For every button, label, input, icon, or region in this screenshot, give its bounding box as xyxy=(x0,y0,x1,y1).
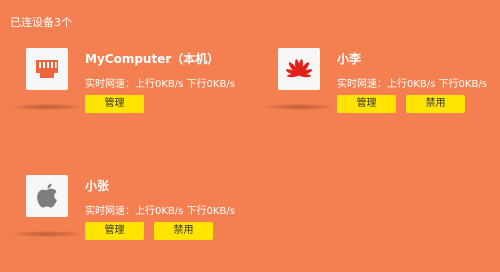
device-card-xiaozhang: 小张 实时网速：上行0KB/s 下行0KB/s 管理 禁用 xyxy=(12,175,256,255)
icon-shadow xyxy=(12,104,82,110)
speed-prefix: 实时网速： xyxy=(85,206,135,217)
speed-prefix: 实时网速： xyxy=(85,79,135,90)
speed-prefix: 实时网速： xyxy=(337,79,387,90)
upload-speed: 上行0KB/s xyxy=(135,79,184,90)
device-speed: 实时网速：上行0KB/s 下行0KB/s xyxy=(85,75,235,90)
upload-speed: 上行0KB/s xyxy=(135,206,184,217)
upload-speed: 上行0KB/s xyxy=(387,79,436,90)
device-icon-box xyxy=(278,48,320,90)
icon-shadow xyxy=(12,231,82,237)
download-speed: 下行0KB/s xyxy=(186,206,235,217)
download-speed: 下行0KB/s xyxy=(186,79,235,90)
device-icon-box xyxy=(26,175,68,217)
block-button[interactable]: 禁用 xyxy=(154,222,213,240)
block-button[interactable]: 禁用 xyxy=(406,95,465,113)
icon-shadow xyxy=(264,104,334,110)
device-card-xiaoli: 小李 实时网速：上行0KB/s 下行0KB/s 管理 禁用 xyxy=(264,48,500,128)
device-card-mycomputer: MyComputer（本机） 实时网速：上行0KB/s 下行0KB/s 管理 xyxy=(12,48,256,128)
device-name: 小李 xyxy=(337,52,362,66)
ethernet-port-icon xyxy=(36,60,58,78)
device-name: MyComputer（本机） xyxy=(85,52,220,66)
device-speed: 实时网速：上行0KB/s 下行0KB/s xyxy=(85,202,235,217)
huawei-logo-icon xyxy=(285,59,313,78)
connected-devices-count: 已连设备3个 xyxy=(10,16,72,29)
download-speed: 下行0KB/s xyxy=(438,79,487,90)
apple-logo-icon xyxy=(37,183,57,208)
manage-button[interactable]: 管理 xyxy=(337,95,396,113)
device-name: 小张 xyxy=(85,179,110,193)
manage-button[interactable]: 管理 xyxy=(85,222,144,240)
manage-button[interactable]: 管理 xyxy=(85,95,144,113)
device-speed: 实时网速：上行0KB/s 下行0KB/s xyxy=(337,75,487,90)
device-icon-box xyxy=(26,48,68,90)
